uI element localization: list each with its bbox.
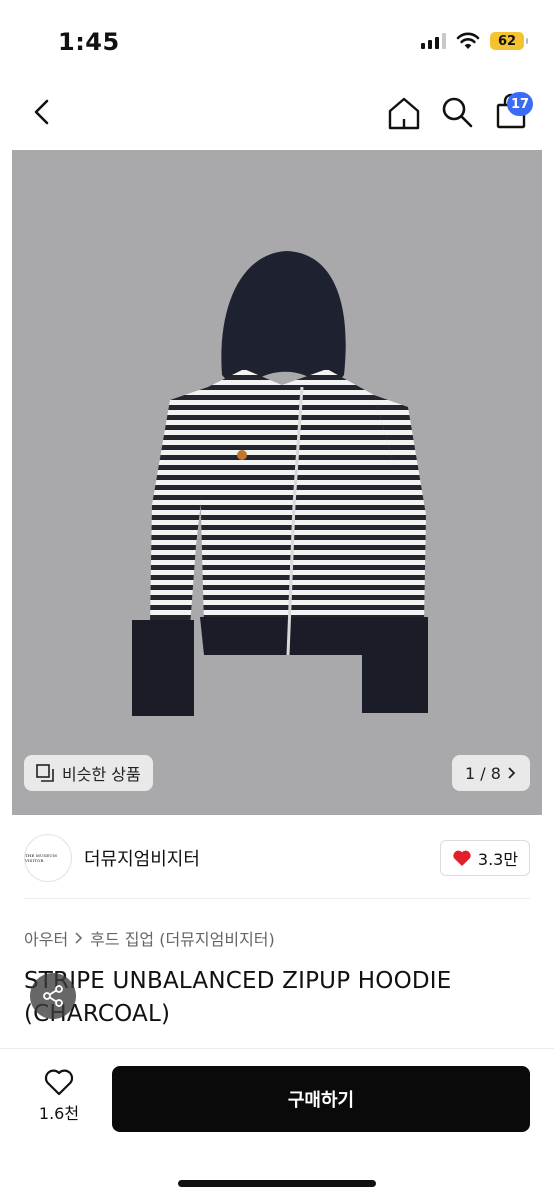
page-indicator-text: 1 / 8 (465, 763, 501, 783)
status-indicators: 62 (421, 32, 528, 50)
bottom-bar-divider (0, 1048, 554, 1049)
seller-avatar[interactable]: THE MUSEUM VISITOR (24, 834, 72, 882)
brand-like-button[interactable]: 3.3만 (440, 840, 530, 876)
product-image-gallery[interactable]: 비슷한 상품 1 / 8 (12, 150, 542, 815)
back-arrow-icon[interactable] (26, 95, 60, 129)
breadcrumb-hood-zipup[interactable]: 후드 집업 (더뮤지엄비지터) (90, 926, 275, 950)
battery-level: 62 (497, 33, 517, 49)
section-divider (24, 898, 530, 899)
chevron-right-icon (508, 767, 516, 779)
heart-outline-icon (44, 1069, 74, 1096)
heart-filled-icon (453, 850, 471, 866)
status-time: 1:45 (58, 28, 120, 56)
cart-count-badge: 17 (507, 92, 533, 116)
image-page-indicator[interactable]: 1 / 8 (452, 755, 530, 791)
product-image (132, 251, 428, 716)
status-bar: 1:45 62 (0, 0, 554, 80)
seller-avatar-text: THE MUSEUM VISITOR (25, 853, 57, 863)
similar-items-icon (36, 764, 54, 782)
top-nav (0, 85, 554, 141)
seller-name[interactable]: 더뮤지엄비지터 (84, 845, 200, 871)
breadcrumb: 아우터 후드 집업 (더뮤지엄비지터) (24, 926, 275, 950)
product-title: STRIPE UNBALANCED ZIPUP HOODIE (CHARCOAL… (24, 968, 452, 1027)
chevron-right-icon (75, 932, 83, 944)
home-icon[interactable] (386, 95, 422, 131)
wishlist-count: 1.6천 (38, 1104, 80, 1123)
breadcrumb-outer[interactable]: 아우터 (24, 926, 68, 950)
battery-icon: 62 (490, 32, 528, 50)
home-indicator (178, 1180, 376, 1187)
similar-products-button[interactable]: 비슷한 상품 (24, 755, 153, 791)
share-icon (43, 985, 63, 1007)
wishlist-button[interactable]: 1.6천 (28, 1068, 90, 1130)
cellular-signal-icon (421, 33, 446, 49)
buy-button[interactable]: 구매하기 (112, 1066, 530, 1132)
seller-row: THE MUSEUM VISITOR 더뮤지엄비지터 3.3만 (0, 828, 554, 888)
wifi-icon (456, 32, 480, 49)
brand-like-count: 3.3만 (477, 850, 519, 869)
share-button[interactable] (30, 973, 76, 1019)
search-icon[interactable] (440, 95, 474, 129)
similar-products-label: 비슷한 상품 (62, 765, 141, 784)
